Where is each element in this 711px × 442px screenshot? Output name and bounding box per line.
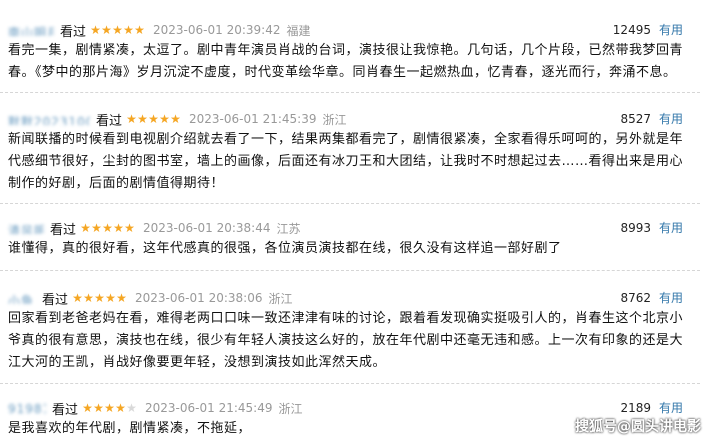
review-text: 回家看到老爸老妈在看，难得老两口口味一致还津津有味的讨论，跟着看发现确实挺吸引人… xyxy=(8,311,684,370)
star-rating: ★ ★ ★ ★ ★ xyxy=(72,292,127,304)
star-icon: ★ xyxy=(115,401,126,415)
review-meta: 919818 看过 ★★★★★ 2023-06-01 21:45:49 浙江 xyxy=(8,398,302,418)
star-icon: ★ xyxy=(91,221,102,235)
star-icon: ★ xyxy=(148,112,159,126)
review-meta: 小鱼儿 看过 ★★★★★ 2023-06-01 20:38:06 浙江 xyxy=(8,288,292,308)
star-icon: ★ xyxy=(124,221,135,235)
watch-status: 看过 xyxy=(96,113,123,129)
review-text: 看完一集，剧情紧凑，太逗了。剧中青年演员肖战的台词，演技很让我惊艳。几句话，几个… xyxy=(8,43,684,80)
username-link[interactable]: 默默20231002 xyxy=(8,113,90,125)
vote-box: 12495 有用 xyxy=(613,20,683,40)
vote-box: 8993 有用 xyxy=(620,218,683,238)
useful-button[interactable]: 有用 xyxy=(659,109,683,129)
useful-button[interactable]: 有用 xyxy=(659,218,683,238)
star-icon: ★ xyxy=(123,23,134,37)
watch-status: 看过 xyxy=(60,24,87,40)
username-link[interactable]: 小鱼儿 xyxy=(8,292,36,304)
useful-button[interactable]: 有用 xyxy=(659,20,683,40)
username-link[interactable]: 919818 xyxy=(8,402,46,414)
star-icon: ★ xyxy=(137,112,148,126)
star-icon: ★ xyxy=(112,23,123,37)
vote-count: 8527 xyxy=(620,112,651,126)
star-rating: ★ ★ ★ ★ ★ xyxy=(90,24,145,36)
star-icon: ★ xyxy=(82,401,93,415)
username-link[interactable]: 南山明月光 xyxy=(8,24,54,36)
star-icon: ★ xyxy=(113,221,124,235)
review-meta: 清风明月 看过 ★★★★★ 2023-06-01 20:38:44 江苏 xyxy=(8,218,300,238)
star-icon: ★ xyxy=(90,23,101,37)
divider xyxy=(0,92,700,93)
divider xyxy=(0,203,700,204)
star-icon: ★ xyxy=(104,401,115,415)
review-location: 浙江 xyxy=(268,291,293,306)
username-link[interactable]: 清风明月 xyxy=(8,222,44,234)
star-icon: ★ xyxy=(93,401,104,415)
star-icon: ★ xyxy=(170,112,181,126)
star-icon: ★ xyxy=(116,291,127,305)
review-text: 谁懂得，真的很好看，这年代感真的很强，各位演员演技都在线，很久没有这样追一部好剧… xyxy=(8,241,562,256)
vote-box: 8762 有用 xyxy=(620,288,683,308)
star-icon: ★ xyxy=(80,221,91,235)
star-icon: ★ xyxy=(159,112,170,126)
review-meta: 默默20231002 看过 ★★★★★ 2023-06-01 21:45:39 … xyxy=(8,109,346,129)
review-location: 福建 xyxy=(286,23,311,38)
divider xyxy=(0,383,700,384)
review-location: 浙江 xyxy=(278,401,303,416)
star-icon: ★ xyxy=(102,221,113,235)
review-time: 2023-06-01 20:39:42 xyxy=(153,23,281,37)
useful-button[interactable]: 有用 xyxy=(659,288,683,308)
vote-box: 8527 有用 xyxy=(620,109,683,129)
review-time: 2023-06-01 20:38:06 xyxy=(135,291,263,305)
review-location: 江苏 xyxy=(276,221,301,236)
vote-count: 12495 xyxy=(612,23,651,37)
vote-count: 2189 xyxy=(620,401,651,415)
vote-count: 8762 xyxy=(620,291,651,305)
star-icon: ★ xyxy=(105,291,116,305)
watch-status: 看过 xyxy=(50,222,77,238)
review-text: 新闻联播的时候看到电视剧介绍就去看了一下，结果两集都看完了，剧情很紧凑，全家看得… xyxy=(8,132,684,191)
star-rating: ★ ★ ★ ★ ★ xyxy=(126,113,181,125)
star-rating: ★ ★ ★ ★ ★ xyxy=(82,402,137,414)
review-time: 2023-06-01 20:38:44 xyxy=(143,221,271,235)
vote-box: 2189 有用 xyxy=(620,398,683,418)
watch-status: 看过 xyxy=(42,292,69,308)
star-rating: ★ ★ ★ ★ ★ xyxy=(80,222,135,234)
star-icon: ★ xyxy=(83,291,94,305)
review-meta: 南山明月光 看过 ★★★★★ 2023-06-01 20:39:42 福建 xyxy=(8,20,310,40)
review-time: 2023-06-01 21:45:39 xyxy=(189,112,317,126)
vote-count: 8993 xyxy=(620,221,651,235)
review-location: 浙江 xyxy=(322,112,347,127)
star-icon: ★ xyxy=(94,291,105,305)
watermark: 搜狐号@圆头讲电影 xyxy=(575,419,701,435)
star-icon: ★ xyxy=(101,23,112,37)
star-icon: ★ xyxy=(126,401,137,415)
review-time: 2023-06-01 21:45:49 xyxy=(145,401,273,415)
star-icon: ★ xyxy=(134,23,145,37)
watch-status: 看过 xyxy=(52,402,79,418)
star-icon: ★ xyxy=(126,112,137,126)
useful-button[interactable]: 有用 xyxy=(659,398,683,418)
divider xyxy=(0,270,700,271)
star-icon: ★ xyxy=(72,291,83,305)
